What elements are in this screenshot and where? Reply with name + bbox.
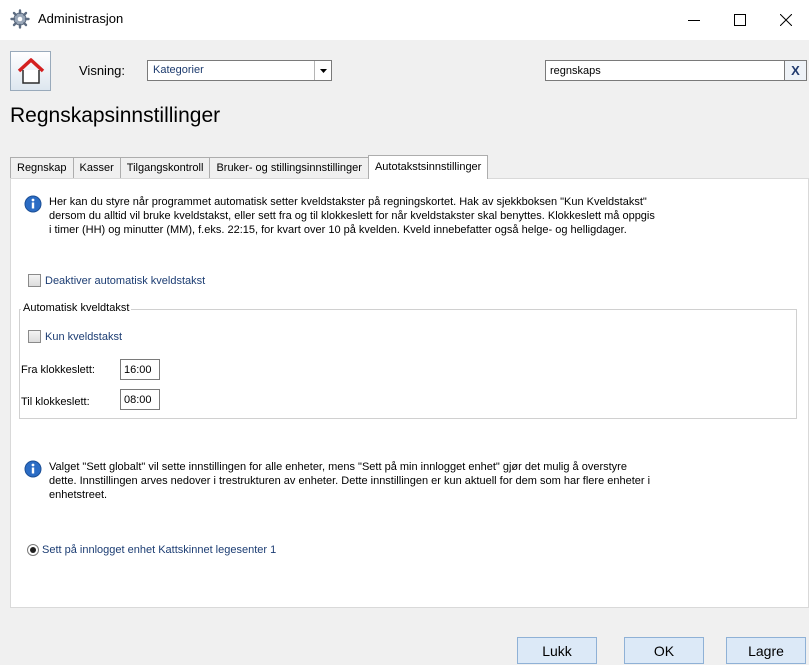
deactivate-checkbox-label: Deaktiver automatisk kveldstakst xyxy=(45,274,206,287)
tab-regnskap[interactable]: Regnskap xyxy=(10,157,74,179)
close-dialog-button[interactable]: Lukk xyxy=(517,637,597,664)
deactivate-checkbox[interactable] xyxy=(28,274,41,287)
info-icon xyxy=(24,460,42,478)
only-evening-checkbox-row[interactable]: Kun kveldstakst xyxy=(28,330,122,343)
clear-search-button[interactable]: X xyxy=(785,60,807,81)
minimize-icon xyxy=(688,20,700,21)
tab-bruker-stillingsinnstillinger[interactable]: Bruker- og stillingsinnstillinger xyxy=(209,157,369,179)
minimize-button[interactable] xyxy=(671,0,717,40)
gear-icon xyxy=(10,9,30,29)
home-icon xyxy=(17,58,44,84)
toolbar: Visning: Kategorier X xyxy=(0,40,809,98)
close-button[interactable] xyxy=(763,0,809,40)
tab-tilgangskontroll[interactable]: Tilgangskontroll xyxy=(119,157,211,179)
home-button[interactable] xyxy=(10,51,51,91)
tab-strip: Regnskap Kasser Tilgangskontroll Bruker-… xyxy=(10,155,489,179)
view-select-value: Kategorier xyxy=(153,64,204,76)
from-time-label: Fra klokkeslett: xyxy=(21,364,95,376)
set-on-logged-unit-radio[interactable] xyxy=(27,544,39,556)
info-icon xyxy=(24,195,42,213)
radio-selected-dot xyxy=(30,547,36,553)
to-time-label: Til klokkeslett: xyxy=(21,396,90,408)
only-evening-checkbox-label: Kun kveldstakst xyxy=(45,330,123,343)
set-on-logged-unit-radio-row[interactable]: Sett på innlogget enhet Kattskinnet lege… xyxy=(27,544,276,556)
to-time-input[interactable] xyxy=(120,389,160,410)
page-title: Regnskapsinnstillinger xyxy=(10,104,221,127)
group-title: Automatisk kveldtakst xyxy=(21,302,132,314)
set-on-logged-unit-label: Sett på innlogget enhet Kattskinnet lege… xyxy=(42,544,277,556)
save-button[interactable]: Lagre xyxy=(726,637,806,664)
tab-autotakstsinnstillinger[interactable]: Autotakstsinnstillinger xyxy=(367,155,489,179)
dropdown-arrow-icon[interactable] xyxy=(314,61,331,80)
from-time-input[interactable] xyxy=(120,359,160,380)
title-bar: Administrasjon xyxy=(0,0,809,40)
settings-panel: Her kan du styre når programmet automati… xyxy=(10,178,809,608)
search-input[interactable] xyxy=(545,60,785,81)
only-evening-checkbox[interactable] xyxy=(28,330,41,343)
view-label: Visning: xyxy=(79,63,126,78)
tab-kasser[interactable]: Kasser xyxy=(72,157,121,179)
maximize-button[interactable] xyxy=(717,0,763,40)
view-select[interactable]: Kategorier xyxy=(147,60,332,81)
info-text-global-setting: Valget "Sett globalt" vil sette innstill… xyxy=(49,461,651,501)
deactivate-checkbox-row[interactable]: Deaktiver automatisk kveldstakst xyxy=(28,274,205,287)
ok-button[interactable]: OK xyxy=(624,637,704,664)
maximize-icon xyxy=(734,14,746,26)
window-title: Administrasjon xyxy=(38,11,124,26)
info-text-evening-rate: Her kan du styre når programmet automati… xyxy=(49,196,655,236)
close-icon xyxy=(780,14,792,26)
